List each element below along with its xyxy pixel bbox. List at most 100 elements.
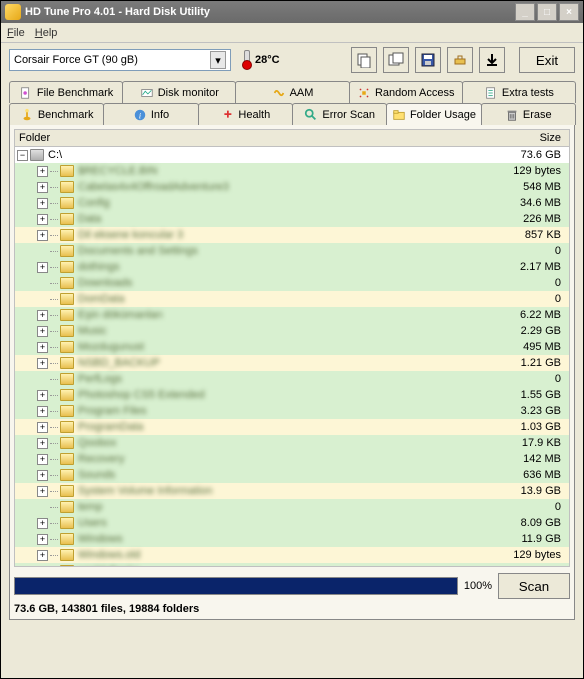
tree-row[interactable]: Documents and Settings0 [15,243,569,259]
tab-erase[interactable]: Erase [481,103,576,125]
tree-row[interactable]: +Recovery142 MB [15,451,569,467]
expand-icon[interactable]: + [37,438,48,449]
expand-icon[interactable]: + [37,182,48,193]
expand-icon[interactable]: + [37,550,48,561]
expand-icon[interactable]: + [37,326,48,337]
titlebar[interactable]: HD Tune Pro 4.01 - Hard Disk Utility _ □… [1,1,583,23]
tab-extra-tests[interactable]: Extra tests [462,81,576,103]
tabs-area: File Benchmark Disk monitorAAM Random Acce… [1,77,583,620]
expand-icon[interactable]: + [37,214,48,225]
expand-icon[interactable]: + [37,486,48,497]
expand-icon[interactable]: + [37,454,48,465]
tree-row[interactable]: +$RECYCLE.BIN129 bytes [15,163,569,179]
copy-info-button[interactable] [351,47,377,73]
folder-name: Downloads [78,277,479,289]
tab-aam[interactable]: AAM [235,81,349,103]
temperature-value: 28°C [255,54,280,66]
tab-error-scan[interactable]: Error Scan [292,103,387,125]
folder-size: 548 MB [479,181,569,193]
tree-row[interactable]: +ProgramData1.03 GB [15,419,569,435]
tab-info[interactable]: iInfo [103,103,198,125]
column-header-size[interactable]: Size [479,132,569,144]
folder-name: System Volume Information [78,485,479,497]
save-button[interactable] [415,47,441,73]
folder-name: Windows [78,533,479,545]
tree-row[interactable]: +Photoshop CS5 Extended1.55 GB [15,387,569,403]
scan-button[interactable]: Scan [498,573,570,599]
folder-name: Recovery [78,453,479,465]
tree-row[interactable]: +Music2.29 GB [15,323,569,339]
exit-button[interactable]: Exit [519,47,575,73]
folder-name: Documents and Settings [78,245,479,257]
folder-size: 0 [479,277,569,289]
drive-dropdown-button[interactable]: ▾ [210,51,226,69]
progress-bar [14,577,458,595]
folder-size: 23.0 GB [479,565,569,567]
tree-row[interactable]: +Mozdugunust495 MB [15,339,569,355]
tree-row[interactable]: +NSBD_BACKUP1.21 GB [15,355,569,371]
tree-row[interactable]: +Users8.09 GB [15,515,569,531]
tab-label: Erase [523,109,552,121]
drive-select[interactable]: Corsair Force GT (90 gB) ▾ [9,49,231,71]
expand-icon[interactable]: + [37,310,48,321]
expand-icon[interactable]: + [37,534,48,545]
tab-label: File Benchmark [37,87,113,99]
menu-file[interactable]: File [7,27,25,39]
tab-file-benchmark[interactable]: File Benchmark [9,81,123,103]
folder-icon [60,245,74,257]
tab-label: Random Access [375,87,454,99]
folder-tree[interactable]: −C:\73.6 GB+$RECYCLE.BIN129 bytes+Cabela… [14,147,570,567]
folder-name: DomData [78,293,479,305]
expand-icon[interactable]: + [37,518,48,529]
tree-row[interactable]: PerfLogs0 [15,371,569,387]
tree-row[interactable]: +System Volume Information13.9 GB [15,483,569,499]
tree-row[interactable]: +Qoobox17.9 KB [15,435,569,451]
folder-icon [60,293,74,305]
tree-row[interactable]: +Windows.old129 bytes [15,547,569,563]
options-button[interactable] [447,47,473,73]
expand-icon[interactable]: + [37,198,48,209]
menu-help[interactable]: Help [35,27,58,39]
close-button[interactable]: × [559,3,579,21]
expand-icon[interactable]: + [37,262,48,273]
expand-icon[interactable]: + [37,166,48,177]
minimize-button[interactable]: _ [515,3,535,21]
expand-icon[interactable]: + [37,358,48,369]
expand-icon[interactable]: + [37,342,48,353]
drive-select-value: Corsair Force GT (90 gB) [14,54,138,66]
tree-row[interactable]: +Dil eksene koncular 3857 KB [15,227,569,243]
tree-row[interactable]: +Eşin dökümanları6.22 MB [15,307,569,323]
tree-row[interactable]: Downloads0 [15,275,569,291]
folder-name: $RECYCLE.BIN [78,165,479,177]
collapse-icon[interactable]: − [17,150,28,161]
folder-icon [60,533,74,545]
tree-root-row[interactable]: −C:\73.6 GB [15,147,569,163]
tree-row[interactable]: DomData0 [15,291,569,307]
expand-icon[interactable]: + [37,390,48,401]
tab-random-access[interactable]: Random Access [349,81,463,103]
tab-benchmark[interactable]: Benchmark [9,103,104,125]
folder-name: Sounds [78,469,479,481]
download-button[interactable] [479,47,505,73]
tree-row[interactable]: +worldoftanks23.0 GB [15,563,569,567]
expand-icon[interactable]: + [37,566,48,568]
column-header-folder[interactable]: Folder [15,132,479,144]
expand-icon[interactable]: + [37,470,48,481]
tree-row[interactable]: +Program Files3.23 GB [15,403,569,419]
expand-icon[interactable]: + [37,406,48,417]
tree-row[interactable]: +Windows11.9 GB [15,531,569,547]
expand-icon[interactable]: + [37,422,48,433]
tree-row[interactable]: +Sounds636 MB [15,467,569,483]
expand-icon[interactable]: + [37,230,48,241]
tab-disk-monitor[interactable]: Disk monitor [122,81,236,103]
maximize-button[interactable]: □ [537,3,557,21]
tab-health[interactable]: Health [198,103,293,125]
copy-screenshot-button[interactable] [383,47,409,73]
tab-content-folder-usage: Folder Size −C:\73.6 GB+$RECYCLE.BIN129 … [9,124,575,620]
tree-row[interactable]: +Data226 MB [15,211,569,227]
tree-row[interactable]: +Cabelas4x4OffroadAdventure3548 MB [15,179,569,195]
tree-row[interactable]: +Config34.6 MB [15,195,569,211]
tree-row[interactable]: +dothings2.17 MB [15,259,569,275]
tree-row[interactable]: temp0 [15,499,569,515]
tab-folder-usage[interactable]: Folder Usage [386,103,481,125]
